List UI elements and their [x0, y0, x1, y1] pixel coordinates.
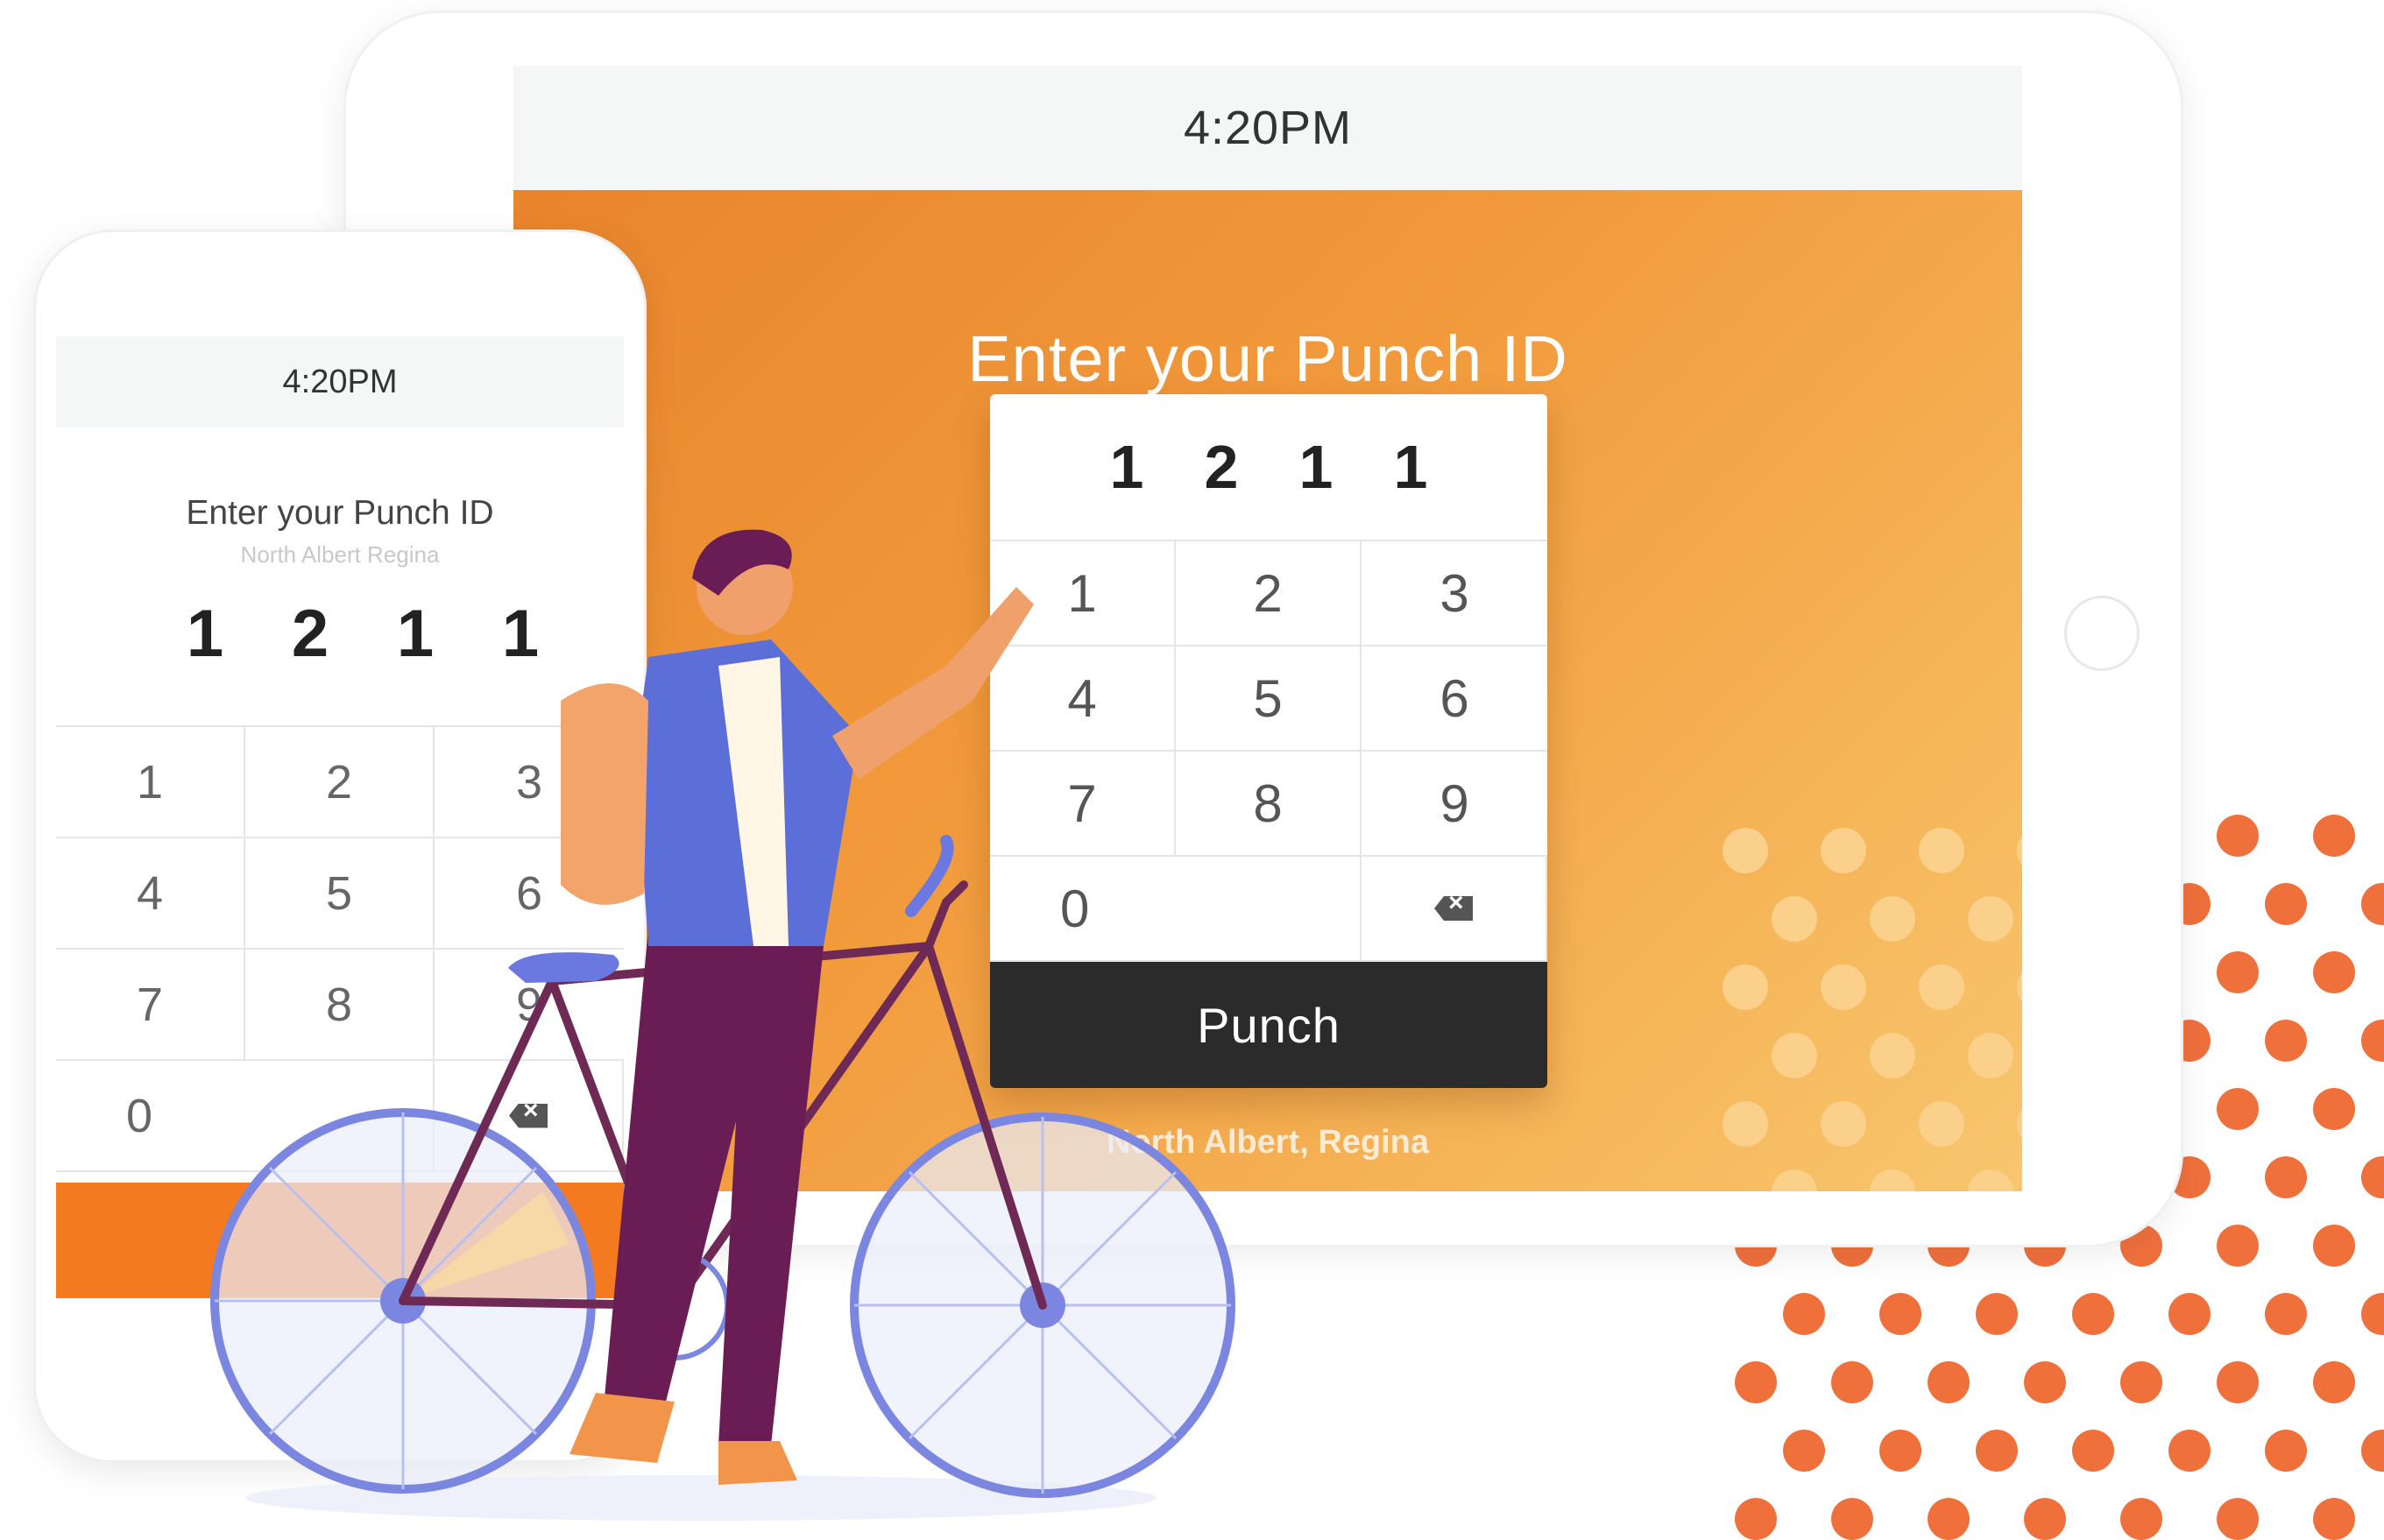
decorative-dot: [2217, 1088, 2259, 1130]
decorative-dot: [1783, 1430, 1825, 1472]
decorative-dot: [1968, 1033, 2013, 1078]
decorative-dot: [1919, 964, 1964, 1010]
shoe: [569, 1393, 675, 1463]
decorative-dot: [2361, 883, 2384, 925]
backspace-key[interactable]: [1362, 857, 1547, 962]
decorative-dot: [1723, 828, 1768, 873]
decorative-dot: [1976, 1293, 2018, 1335]
decorative-dot: [1783, 1293, 1825, 1335]
decorative-dot: [2361, 1020, 2384, 1062]
decorative-dot: [2072, 1430, 2114, 1472]
decorative-dot: [2168, 1293, 2211, 1335]
tablet-clock: 4:20PM: [1183, 102, 1353, 154]
key-3[interactable]: 3: [1362, 541, 1547, 646]
tablet-title: Enter your Punch ID: [967, 322, 1568, 395]
decorative-dot: [1735, 1498, 1777, 1540]
decorative-dot: [2313, 1225, 2355, 1267]
decorative-dot: [2361, 1430, 2384, 1472]
decorative-dot: [2217, 815, 2259, 857]
decorative-dot: [2017, 828, 2022, 873]
decorative-dot: [1870, 1033, 1915, 1078]
decorative-dot: [1879, 1430, 1921, 1472]
key-6[interactable]: 6: [1362, 646, 1547, 752]
shoe: [718, 1441, 797, 1485]
decorative-dot: [2120, 1498, 2162, 1540]
decorative-dot: [2265, 1156, 2307, 1198]
decorative-dot: [1821, 828, 1866, 873]
phone-status-bar: 4:20PM: [56, 336, 624, 427]
person-legs: [605, 929, 824, 1445]
decorative-dot: [2313, 1088, 2355, 1130]
decorative-dot: [2265, 1430, 2307, 1472]
decorative-dot: [1772, 896, 1817, 942]
decorative-dot: [2313, 1498, 2355, 1540]
decorative-dot: [1821, 964, 1866, 1010]
decorative-dot: [1831, 1361, 1873, 1403]
decorative-dot: [1976, 1430, 2018, 1472]
decorative-dot: [2217, 1225, 2259, 1267]
person-arm: [832, 587, 1034, 780]
decorative-dot: [2024, 1498, 2066, 1540]
decorative-dot: [1879, 1293, 1921, 1335]
decorative-dot: [2313, 951, 2355, 993]
decorative-dot: [2265, 1293, 2307, 1335]
decorative-dot: [2361, 1156, 2384, 1198]
person-with-bicycle-illustration: [210, 529, 1235, 1521]
bicycle-seat: [508, 952, 619, 983]
decorative-dot: [1723, 964, 1768, 1010]
decorative-dot: [1870, 1169, 1915, 1191]
decorative-dot: [1735, 1361, 1777, 1403]
decorative-dot: [1772, 1169, 1817, 1191]
tablet-status-bar: 4:20PM: [513, 66, 2022, 190]
decorative-dot: [1968, 896, 2013, 942]
pin-digit: 1: [1393, 433, 1428, 501]
decorative-dot: [2017, 964, 2022, 1010]
key-9[interactable]: 9: [1362, 752, 1547, 857]
decorative-dot: [1831, 1498, 1873, 1540]
tablet-home-button[interactable]: [2064, 596, 2140, 671]
decorative-dot: [1928, 1498, 1970, 1540]
decorative-dot: [2217, 951, 2259, 993]
decorative-dot: [1772, 1033, 1817, 1078]
phone-clock: 4:20PM: [282, 363, 398, 400]
decorative-dot: [2217, 1361, 2259, 1403]
backpack: [561, 683, 648, 905]
decorative-dot: [2168, 1430, 2211, 1472]
decorative-dot: [2265, 883, 2307, 925]
decorative-dot: [2120, 1361, 2162, 1403]
decorative-dot: [2024, 1361, 2066, 1403]
decorative-dot: [2265, 1020, 2307, 1062]
decorative-dot: [1870, 896, 1915, 942]
backspace-icon: [1434, 896, 1473, 921]
decorative-dot: [2217, 1498, 2259, 1540]
decorative-dot: [2313, 1361, 2355, 1403]
decorative-dot: [2072, 1293, 2114, 1335]
decorative-dot: [2313, 815, 2355, 857]
decorative-dot: [1928, 1361, 1970, 1403]
decorative-dot: [2361, 1293, 2384, 1335]
decorative-dot: [1919, 828, 1964, 873]
decorative-dot: [1968, 1169, 2013, 1191]
